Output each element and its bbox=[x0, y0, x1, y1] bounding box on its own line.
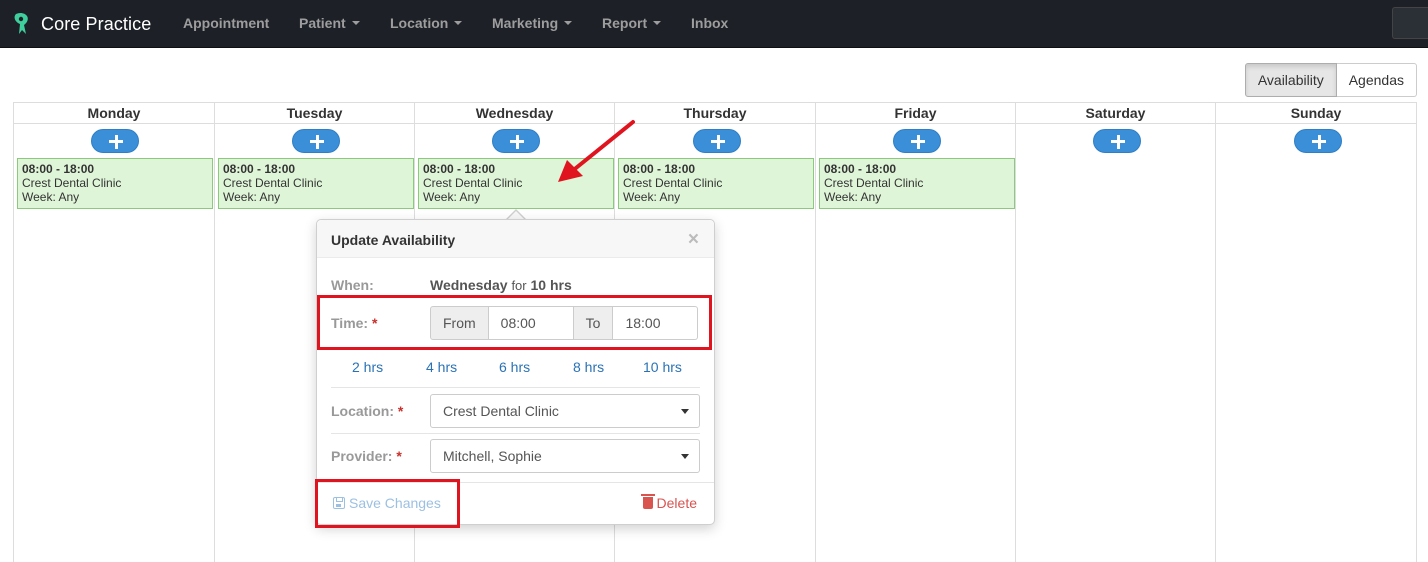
when-duration: 10 hrs bbox=[530, 277, 572, 293]
day-header: Tuesday bbox=[215, 102, 414, 124]
divider bbox=[331, 433, 700, 434]
brand-name: Core Practice bbox=[41, 13, 152, 34]
provider-label: Provider: * bbox=[331, 448, 402, 464]
day-header: Saturday bbox=[1016, 102, 1215, 124]
nav-location[interactable]: Location bbox=[390, 15, 463, 31]
divider bbox=[331, 387, 700, 388]
day-column-saturday: Saturday bbox=[1015, 102, 1215, 562]
slot-time: 08:00 - 18:00 bbox=[223, 162, 296, 176]
nav-appointment-label: Appointment bbox=[183, 15, 270, 31]
slot-time: 08:00 - 18:00 bbox=[824, 162, 897, 176]
nav-marketing-label: Marketing bbox=[492, 15, 559, 31]
brand[interactable]: Core Practice bbox=[12, 11, 151, 37]
day-header: Thursday bbox=[615, 102, 815, 124]
day-column-monday: Monday 08:00 - 18:00 Crest Dental Clinic… bbox=[13, 102, 214, 562]
nav-marketing[interactable]: Marketing bbox=[492, 15, 573, 31]
slot-location: Crest Dental Clinic bbox=[22, 176, 122, 190]
add-availability-button[interactable] bbox=[292, 129, 340, 153]
slot-week: Week: Any bbox=[223, 190, 281, 204]
slot-location: Crest Dental Clinic bbox=[223, 176, 323, 190]
when-value: Wednesday for 10 hrs bbox=[430, 277, 572, 293]
weekly-calendar: Monday 08:00 - 18:00 Crest Dental Clinic… bbox=[13, 102, 1417, 562]
when-label: When: bbox=[331, 277, 374, 293]
provider-select[interactable]: Mitchell, Sophie bbox=[430, 439, 700, 473]
quick-duration-10hrs[interactable]: 10 hrs bbox=[643, 359, 682, 375]
slot-week: Week: Any bbox=[22, 190, 80, 204]
provider-select-value: Mitchell, Sophie bbox=[443, 448, 542, 464]
day-header: Monday bbox=[14, 102, 214, 124]
availability-slot[interactable]: 08:00 - 18:00 Crest Dental Clinic Week: … bbox=[618, 158, 814, 209]
view-toggle: Availability Agendas bbox=[1244, 63, 1417, 97]
chevron-down-icon bbox=[681, 454, 689, 459]
availability-slot[interactable]: 08:00 - 18:00 Crest Dental Clinic Week: … bbox=[17, 158, 213, 209]
day-column-friday: Friday 08:00 - 18:00 Crest Dental Clinic… bbox=[815, 102, 1015, 562]
required-mark: * bbox=[396, 448, 402, 464]
nav-inbox-label: Inbox bbox=[691, 15, 729, 31]
availability-tab[interactable]: Availability bbox=[1244, 63, 1337, 97]
top-navbar: Core Practice Appointment Patient Locati… bbox=[0, 0, 1428, 48]
slot-week: Week: Any bbox=[623, 190, 681, 204]
nav-inbox[interactable]: Inbox bbox=[691, 15, 728, 31]
nav-appointment[interactable]: Appointment bbox=[183, 15, 269, 31]
red-arrow-annotation bbox=[558, 120, 635, 182]
when-for: for bbox=[511, 278, 527, 293]
location-select[interactable]: Crest Dental Clinic bbox=[430, 394, 700, 428]
quick-duration-4hrs[interactable]: 4 hrs bbox=[426, 359, 457, 375]
required-mark: * bbox=[397, 403, 404, 419]
add-availability-button[interactable] bbox=[1294, 129, 1342, 153]
popover-title: Update Availability bbox=[331, 232, 456, 248]
delete-button[interactable]: Delete bbox=[640, 494, 697, 511]
agendas-tab[interactable]: Agendas bbox=[1336, 63, 1417, 97]
quick-duration-8hrs[interactable]: 8 hrs bbox=[573, 359, 604, 375]
availability-slot[interactable]: 08:00 - 18:00 Crest Dental Clinic Week: … bbox=[819, 158, 1015, 209]
quick-duration-6hrs[interactable]: 6 hrs bbox=[499, 359, 530, 375]
delete-label: Delete bbox=[656, 495, 697, 511]
slot-week: Week: Any bbox=[423, 190, 481, 204]
nav-location-label: Location bbox=[390, 15, 449, 31]
nav-report-label: Report bbox=[602, 15, 648, 31]
slot-week: Week: Any bbox=[824, 190, 882, 204]
trash-icon bbox=[640, 494, 655, 509]
add-availability-button[interactable] bbox=[91, 129, 139, 153]
location-label: Location: * bbox=[331, 403, 403, 419]
provider-label-text: Provider: bbox=[331, 448, 393, 464]
add-availability-button[interactable] bbox=[492, 129, 540, 153]
highlight-time-row bbox=[317, 295, 712, 350]
caret-down-icon bbox=[653, 21, 662, 25]
nav-patient-label: Patient bbox=[299, 15, 346, 31]
chevron-down-icon bbox=[681, 409, 689, 414]
add-availability-button[interactable] bbox=[893, 129, 941, 153]
day-header: Sunday bbox=[1216, 102, 1416, 124]
caret-down-icon bbox=[564, 21, 573, 25]
slot-time: 08:00 - 18:00 bbox=[22, 162, 95, 176]
close-icon[interactable]: × bbox=[688, 229, 699, 251]
day-header: Friday bbox=[816, 102, 1015, 124]
popover-header: Update Availability × bbox=[317, 220, 714, 258]
highlight-save-button bbox=[315, 479, 460, 528]
availability-slot[interactable]: 08:00 - 18:00 Crest Dental Clinic Week: … bbox=[218, 158, 414, 209]
when-day: Wednesday bbox=[430, 277, 508, 293]
slot-location: Crest Dental Clinic bbox=[623, 176, 723, 190]
location-select-value: Crest Dental Clinic bbox=[443, 403, 559, 419]
slot-location: Crest Dental Clinic bbox=[824, 176, 924, 190]
quick-duration-2hrs[interactable]: 2 hrs bbox=[352, 359, 383, 375]
location-label-text: Location: bbox=[331, 403, 394, 419]
caret-down-icon bbox=[454, 21, 463, 25]
caret-down-icon bbox=[351, 21, 360, 25]
day-column-sunday: Sunday bbox=[1215, 102, 1417, 562]
add-availability-button[interactable] bbox=[1093, 129, 1141, 153]
nav-patient[interactable]: Patient bbox=[299, 15, 360, 31]
nav-report[interactable]: Report bbox=[602, 15, 662, 31]
user-menu-button[interactable] bbox=[1392, 7, 1428, 39]
slot-time: 08:00 - 18:00 bbox=[623, 162, 696, 176]
add-availability-button[interactable] bbox=[693, 129, 741, 153]
tooth-icon bbox=[14, 12, 28, 35]
